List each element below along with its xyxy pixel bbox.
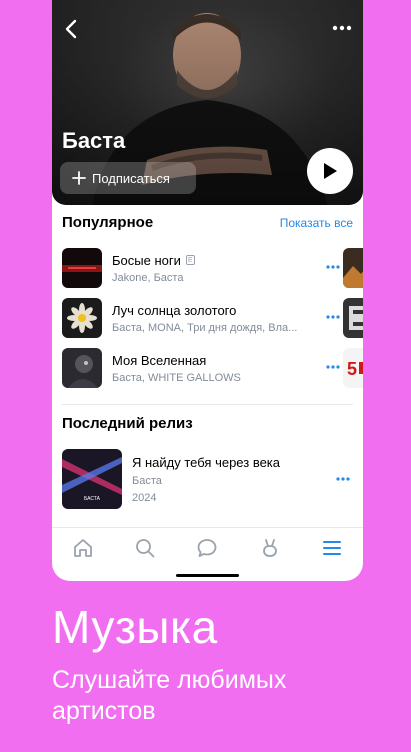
- svg-text:5: 5: [347, 359, 357, 379]
- next-column-cover[interactable]: 5: [343, 348, 363, 388]
- next-column-cover[interactable]: [343, 298, 363, 338]
- popular-title: Популярное: [62, 214, 154, 231]
- artist-header: Баста Подписаться: [52, 0, 363, 205]
- home-icon: [74, 538, 92, 557]
- search-icon: [136, 538, 155, 557]
- chevron-left-icon: [65, 19, 77, 39]
- subscribe-button[interactable]: Подписаться: [60, 162, 196, 194]
- play-icon: [324, 163, 337, 179]
- more-horizontal-icon: [336, 477, 350, 481]
- promo-title: Музыка: [52, 601, 218, 653]
- track-artist: Баста, WHITE GALLOWS: [112, 371, 241, 384]
- more-horizontal-icon: [326, 315, 340, 319]
- bottom-tab-bar: [52, 527, 363, 567]
- more-horizontal-icon: [332, 25, 352, 31]
- release-cover: БАСТА: [62, 449, 122, 509]
- plus-icon: [72, 171, 86, 185]
- phone-screen: Баста Подписаться Популярное Показать вс…: [52, 0, 363, 581]
- track-artist: Jakone, Баста: [112, 271, 184, 284]
- release-more-button[interactable]: [335, 473, 351, 485]
- home-indicator[interactable]: [176, 574, 239, 577]
- latest-release-header: Последний релиз: [62, 415, 353, 432]
- track-cover: [62, 248, 102, 288]
- popular-section-header: Популярное Показать все: [62, 214, 353, 231]
- more-horizontal-icon: [326, 365, 340, 369]
- tab-messages[interactable]: [193, 534, 221, 562]
- track-row[interactable]: Моя Вселенная Баста, WHITE GALLOWS: [62, 347, 353, 389]
- section-divider: [62, 404, 353, 405]
- track-row[interactable]: Луч солнца золотого Баста, MONA, Три дня…: [62, 297, 353, 339]
- explicit-badge: E: [185, 255, 195, 265]
- release-name: Я найду тебя через века: [132, 454, 281, 470]
- show-all-link[interactable]: Показать все: [280, 216, 353, 230]
- track-row[interactable]: Босые ноги E Jakone, Баста: [62, 247, 353, 289]
- next-column-cover[interactable]: [343, 248, 363, 288]
- track-more-button[interactable]: [325, 361, 341, 373]
- tab-menu[interactable]: [318, 534, 346, 562]
- messages-icon: [198, 538, 217, 557]
- track-more-button[interactable]: [325, 261, 341, 273]
- subscribe-label: Подписаться: [92, 170, 170, 186]
- track-title: Босые ноги E: [112, 253, 302, 268]
- track-cover: [62, 298, 102, 338]
- promo-subtitle: Слушайте любимых артистов: [52, 666, 287, 725]
- menu-icon: [322, 540, 341, 555]
- track-cover: [62, 348, 102, 388]
- more-options-button[interactable]: [331, 20, 353, 36]
- release-row[interactable]: БАСТА Я найду тебя через века Баста 2024: [62, 448, 353, 510]
- release-cover-label: БАСТА: [84, 496, 101, 502]
- more-horizontal-icon: [326, 265, 340, 269]
- tab-clips[interactable]: [256, 534, 284, 562]
- track-more-button[interactable]: [325, 311, 341, 323]
- track-title: Моя Вселенная: [112, 352, 207, 368]
- tab-home[interactable]: [69, 534, 97, 562]
- track-title: Луч солнца золотого: [112, 302, 237, 318]
- tab-search[interactable]: [131, 534, 159, 562]
- release-artist: Баста: [132, 474, 162, 487]
- back-button[interactable]: [60, 16, 82, 42]
- latest-release-title: Последний релиз: [62, 415, 193, 432]
- artist-name: Баста: [62, 128, 126, 153]
- play-button[interactable]: [307, 148, 353, 194]
- track-artist: Баста, MONA, Три дня дождя, Вла...: [112, 321, 298, 334]
- release-year: 2024: [132, 491, 157, 504]
- clips-icon: [262, 538, 277, 557]
